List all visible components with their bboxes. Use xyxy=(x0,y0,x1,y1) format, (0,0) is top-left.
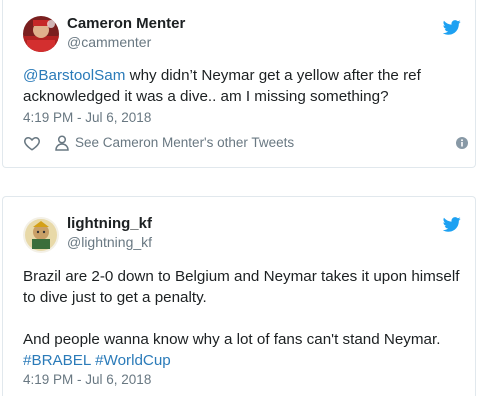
twitter-bird-icon[interactable] xyxy=(443,217,461,232)
info-icon[interactable] xyxy=(456,137,468,149)
mention-link[interactable]: @BarstoolSam xyxy=(23,67,125,84)
author-handle[interactable]: @lightning_kf xyxy=(67,234,152,250)
tweet-body: @BarstoolSam why didn’t Neymar get a yel… xyxy=(23,65,473,107)
tweet-body: Brazil are 2-0 down to Belgium and Neyma… xyxy=(23,266,473,371)
author-name[interactable]: Cameron Menter xyxy=(67,15,185,32)
tweet-embeds-page: Cameron Menter @cammenter @BarstoolSam w… xyxy=(0,0,480,396)
tweet-card-1[interactable]: Cameron Menter @cammenter @BarstoolSam w… xyxy=(2,0,476,168)
tweet-card-2[interactable]: lightning_kf @lightning_kf Brazil are 2-… xyxy=(2,196,476,396)
timestamp[interactable]: 4:19 PM - Jul 6, 2018 xyxy=(23,110,151,125)
hashtag-link[interactable]: #WorldCup xyxy=(95,352,171,369)
avatar[interactable] xyxy=(23,16,59,52)
tweet-body-paragraph-1: Brazil are 2-0 down to Belgium and Neyma… xyxy=(23,268,460,306)
tweet-actions: See Cameron Menter's other Tweets xyxy=(23,134,468,154)
other-tweets-link[interactable]: See Cameron Menter's other Tweets xyxy=(75,135,294,150)
author-handle[interactable]: @cammenter xyxy=(67,34,151,50)
tweet-body-paragraph-2: And people wanna know why a lot of fans … xyxy=(23,331,441,348)
author-name[interactable]: lightning_kf xyxy=(67,215,152,232)
heart-icon[interactable] xyxy=(23,134,41,152)
hashtag-link[interactable]: #BRABEL xyxy=(23,352,91,369)
twitter-bird-icon[interactable] xyxy=(443,20,461,35)
timestamp[interactable]: 4:19 PM - Jul 6, 2018 xyxy=(23,372,151,387)
avatar[interactable] xyxy=(23,217,59,253)
person-icon xyxy=(55,135,69,151)
